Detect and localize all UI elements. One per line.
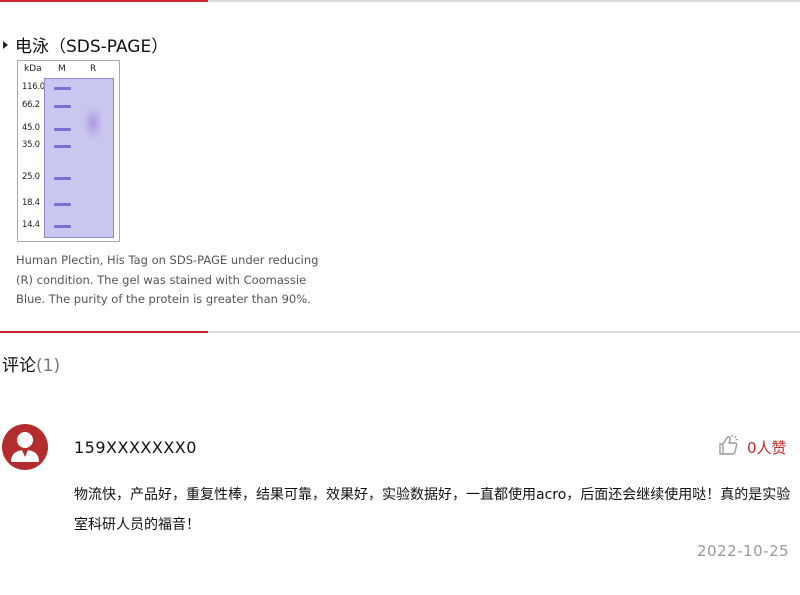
section-divider [0, 331, 800, 333]
marker-band [54, 87, 71, 90]
section-heading: 电泳（SDS-PAGE） [3, 32, 168, 57]
mw-label: 18.4 [22, 198, 40, 208]
marker-band [54, 145, 71, 148]
top-divider-accent [0, 0, 208, 2]
mw-label: 35.0 [22, 140, 40, 150]
like-count: 0人赞 [747, 438, 787, 457]
mw-label: 116.0 [22, 82, 45, 92]
sample-band [83, 106, 103, 140]
marker-band [54, 128, 71, 131]
mw-label: 25.0 [22, 172, 40, 182]
gel-lane-sample-label: R [90, 64, 97, 74]
gel-unit-label: kDa [24, 64, 42, 74]
user-avatar-icon [2, 424, 48, 470]
top-divider [0, 0, 800, 2]
comment-body: 物流快，产品好，重复性棒，结果可靠，效果好，实验数据好，一直都使用acro，后面… [74, 487, 791, 533]
gel-lanes [44, 78, 114, 238]
mw-label: 66.2 [22, 100, 40, 110]
comments-heading: 评论(1) [2, 351, 60, 376]
marker-band [54, 177, 71, 180]
section-divider-accent [0, 331, 208, 333]
bullet-triangle-icon [3, 40, 8, 49]
comment-date: 2022-10-25 [697, 542, 790, 560]
comments-title-text: 评论 [2, 356, 36, 376]
comments-count: (1) [36, 356, 61, 376]
marker-band [54, 203, 71, 206]
gel-lane-marker-label: M [58, 64, 66, 74]
marker-band [54, 105, 71, 108]
marker-band [54, 225, 71, 228]
section-title-text: 电泳（SDS-PAGE） [15, 37, 169, 57]
mw-label: 45.0 [22, 123, 40, 133]
mw-label: 14.4 [22, 220, 40, 230]
comment-username: 159XXXXXXX0 [74, 438, 197, 457]
sds-page-gel-image: kDa M R 116.0 66.2 45.0 35.0 25.0 18.4 1… [17, 60, 120, 242]
gel-caption: Human Plectin, His Tag on SDS-PAGE under… [16, 253, 319, 306]
thumbs-up-icon[interactable] [717, 434, 741, 460]
like-button[interactable]: 0人赞 [717, 434, 787, 460]
